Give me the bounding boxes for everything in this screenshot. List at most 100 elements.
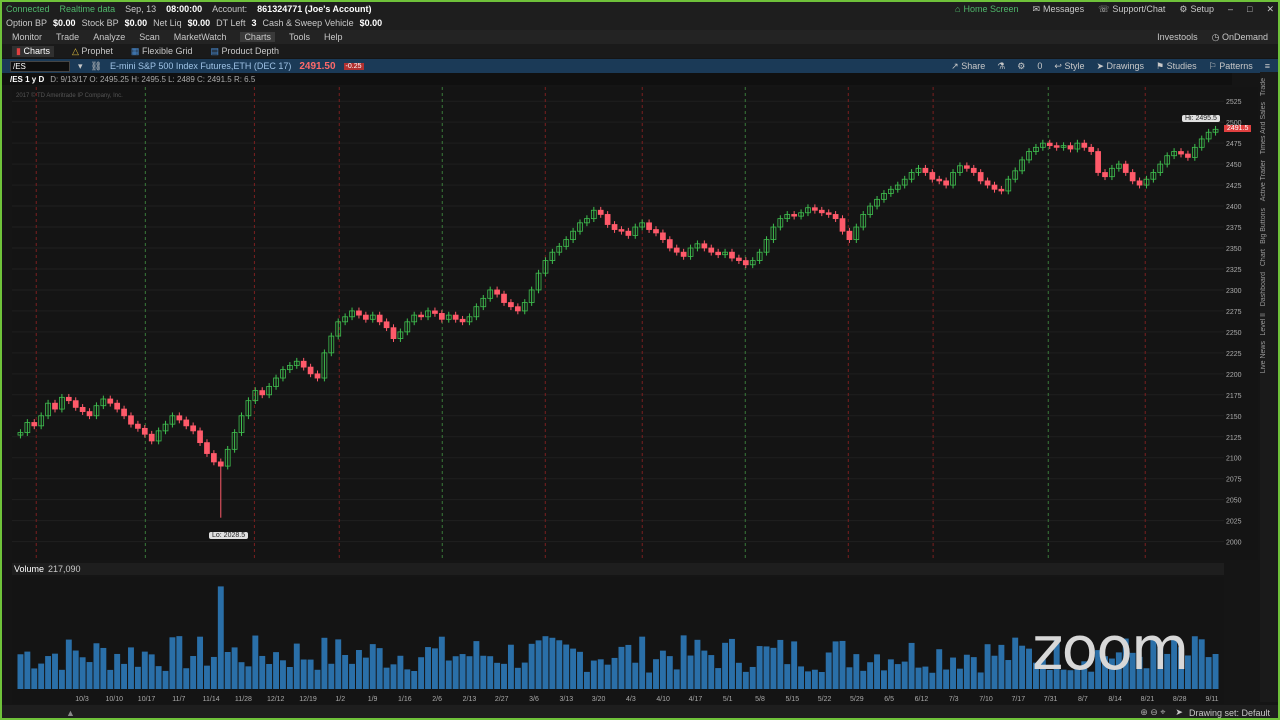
volume-bar <box>425 647 431 689</box>
candle-body <box>307 366 314 375</box>
date-tick-label: 3/6 <box>529 696 539 703</box>
messages-link[interactable]: ✉ Messages <box>1033 4 1085 15</box>
support-chat-link[interactable]: ☏ Support/Chat <box>1098 4 1165 15</box>
candle-body <box>1095 151 1101 173</box>
time-axis[interactable]: 10/3 10/10 10/17 11/7 11/14 11/28 12/12 12/19 1/… <box>12 692 1224 704</box>
price-tick-label: 2375 <box>1226 225 1242 232</box>
candle-body <box>832 214 839 220</box>
style-button[interactable]: ↩ Style <box>1054 61 1084 72</box>
chart-settings-gear-icon[interactable]: ⚙ <box>1017 61 1025 72</box>
window-close-icon[interactable]: ✕ <box>1266 4 1274 15</box>
menu-analyze[interactable]: Analyze <box>93 32 125 42</box>
date-tick-label: 5/22 <box>818 696 832 703</box>
volume-bar <box>245 666 252 689</box>
bottom-toolbar: ▲ ⊕ ⊖ ⌖ ➤ Drawing set: Default <box>2 705 1278 718</box>
subtab-flexible-grid[interactable]: ▦ Flexible Grid <box>131 46 193 57</box>
share-button[interactable]: ↗ Share <box>951 61 985 72</box>
volume-bar <box>729 638 735 689</box>
volume-bar <box>390 664 397 689</box>
volume-bar <box>487 656 494 689</box>
symbol-dropdown-icon[interactable]: ▾ <box>78 61 83 72</box>
volume-bar <box>162 670 169 689</box>
zoom-controls[interactable]: ⊕ ⊖ ⌖ <box>1140 707 1165 718</box>
gadget-sidebar: Trade Times And Sales Active Trader Big … <box>1260 72 1278 702</box>
volume-bar <box>480 655 487 689</box>
sidebar-times-and-sales[interactable]: Times And Sales <box>1260 102 1267 154</box>
link-icon[interactable]: ⛓ <box>91 61 102 72</box>
collapse-arrow-icon[interactable]: ▲ <box>66 708 75 718</box>
patterns-button[interactable]: ⚐ Patterns <box>1209 61 1253 72</box>
drawings-button[interactable]: ➤ Drawings <box>1096 61 1144 72</box>
cash-sweep-label: Cash & Sweep Vehicle <box>262 18 354 28</box>
volume-bar <box>24 651 31 689</box>
studies-button[interactable]: ⚑ Studies <box>1156 61 1197 72</box>
volume-bar <box>65 639 72 689</box>
menu-help[interactable]: Help <box>324 32 343 42</box>
candle-body <box>970 167 977 173</box>
aggregation-period[interactable]: /ES 1 y D <box>10 75 44 84</box>
volume-label: Volume <box>14 564 45 574</box>
investools-link[interactable]: Investools <box>1157 32 1198 42</box>
subtab-product-depth[interactable]: ▤ Product Depth <box>210 46 279 57</box>
candlestick-plot[interactable] <box>12 87 1224 560</box>
window-minimize-icon[interactable]: – <box>1228 4 1233 15</box>
setup-link[interactable]: ⚙ Setup <box>1179 4 1214 15</box>
price-axis[interactable]: 2000 2025 2050 2075 2100 2125 2150 2175 2200 2225… <box>1224 87 1258 560</box>
sidebar-live-news[interactable]: Live News <box>1260 341 1267 373</box>
home-screen-link[interactable]: ⌂ Home Screen <box>955 4 1018 15</box>
volume-bar <box>31 668 38 689</box>
menu-trade[interactable]: Trade <box>56 32 79 42</box>
menu-tools[interactable]: Tools <box>289 32 310 42</box>
price-tick-label: 2350 <box>1226 246 1242 253</box>
volume-bar <box>328 663 335 689</box>
volume-bar <box>943 669 950 689</box>
subtab-prophet[interactable]: △ Prophet <box>72 46 113 57</box>
window-maximize-icon[interactable]: □ <box>1247 4 1252 15</box>
drawing-set[interactable]: Drawing set: Default <box>1189 708 1270 718</box>
subtab-charts[interactable]: ▮ Charts <box>12 45 54 57</box>
price-tick-label: 2200 <box>1226 372 1242 379</box>
volume-bar <box>597 659 604 689</box>
price-chart[interactable] <box>12 87 1224 560</box>
menu-icon[interactable]: ≡ <box>1265 61 1270 71</box>
volume-bar <box>204 665 210 689</box>
sidebar-trade[interactable]: Trade <box>1260 78 1267 96</box>
cursor-icon[interactable]: ➤ <box>1175 707 1183 718</box>
menu-scan[interactable]: Scan <box>139 32 160 42</box>
date-tick-label: 8/21 <box>1141 696 1155 703</box>
price-tick-label: 2050 <box>1226 498 1242 505</box>
volume-bar <box>507 644 514 689</box>
patterns-icon: ⚐ <box>1208 60 1220 71</box>
price-tick-label: 2325 <box>1226 267 1242 274</box>
sidebar-chart[interactable]: Chart <box>1260 249 1267 266</box>
symbol-input[interactable]: /ES <box>10 60 70 72</box>
date-tick-label: 6/5 <box>884 696 894 703</box>
volume-bar <box>625 644 632 689</box>
price-tick-label: 2125 <box>1226 435 1242 442</box>
date-tick-label: 7/10 <box>979 696 993 703</box>
status-bar: Connected Realtime data Sep, 13 08:00:00… <box>2 2 1278 16</box>
flask-icon[interactable]: ⚗ <box>997 61 1005 72</box>
connection-status: Connected <box>6 4 50 14</box>
candle-body <box>977 172 984 182</box>
menu-charts[interactable]: Charts <box>240 32 275 42</box>
sidebar-level-ii[interactable]: Level II <box>1260 313 1267 336</box>
candle-body <box>211 453 217 463</box>
volume-bar <box>563 644 570 689</box>
sidebar-dashboard[interactable]: Dashboard <box>1260 272 1267 306</box>
date-tick-label: 8/7 <box>1078 696 1088 703</box>
volume-bar <box>825 652 832 689</box>
menu-monitor[interactable]: Monitor <box>12 32 42 42</box>
sidebar-active-trader[interactable]: Active Trader <box>1260 160 1267 201</box>
volume-bar <box>501 663 507 689</box>
account-select[interactable]: 861324771 (Joe's Account) <box>257 4 371 14</box>
sidebar-big-buttons[interactable]: Big Buttons <box>1260 208 1267 244</box>
volume-bar <box>514 667 521 689</box>
status-date: Sep, 13 <box>125 4 157 14</box>
date-tick-label: 7/3 <box>949 696 959 703</box>
ondemand-button[interactable]: ◷ OnDemand <box>1212 32 1268 43</box>
menu-marketwatch[interactable]: MarketWatch <box>174 32 227 42</box>
volume-bar <box>639 636 646 689</box>
date-tick-label: 12/19 <box>299 696 317 703</box>
candle-body <box>818 209 825 214</box>
